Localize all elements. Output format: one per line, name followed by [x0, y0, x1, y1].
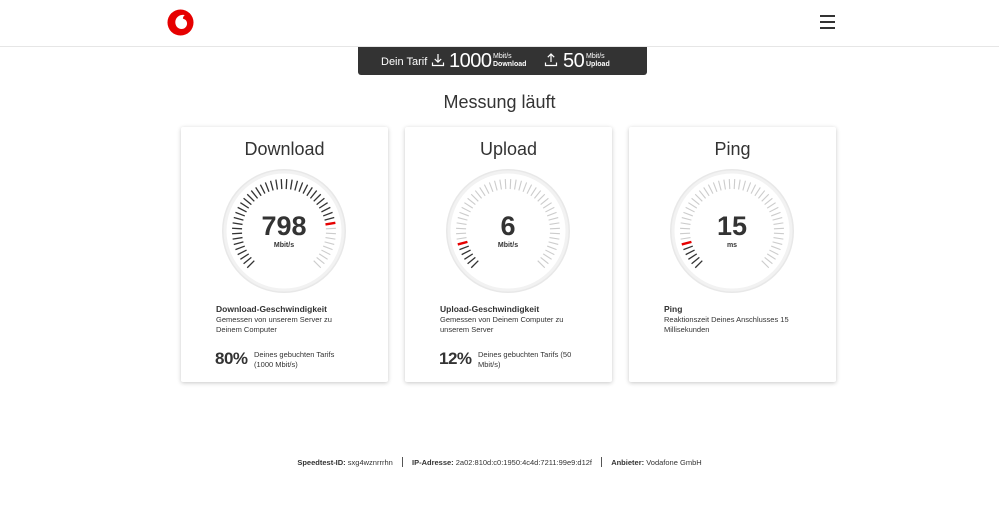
divider [601, 457, 603, 467]
percent-text: Deines gebuchten Tarifs (1000 Mbit/s) [254, 350, 335, 369]
download-icon [431, 54, 445, 67]
download-value: 798 [261, 211, 307, 241]
download-card: Download 798 Mbit/s Download-Geschwindig… [181, 127, 388, 382]
upload-unit: Mbit/s [497, 242, 519, 249]
ip-address-value: 2a02:810d:c0:1950:4c4d:7211:99e9:d12f [455, 458, 592, 467]
upload-card: Upload 6 Mbit/s Upload-Geschwindigkeit G… [405, 127, 612, 382]
ip-address-label: IP-Adresse: [411, 458, 454, 467]
tariff-download-value: 1000 [449, 50, 492, 72]
upload-value: 6 [500, 211, 516, 241]
provider-value: Vodafone GmbH [646, 458, 702, 467]
desc-title: Upload-Geschwindigkeit [440, 304, 540, 314]
desc-title: Download-Geschwindigkeit [216, 304, 327, 314]
footer-info: Speedtest-ID: sxg4wznrrrhn IP-Adresse: 2… [0, 457, 999, 467]
menu-button[interactable] [820, 15, 836, 29]
card-title: Ping [714, 139, 751, 159]
tariff-download-label: Download [493, 61, 527, 68]
tariff-upload-label: Upload [586, 61, 610, 68]
top-bar [0, 0, 999, 47]
tariff-banner: Dein Tarif 1000 Mbit/s Download 50 Mbit/… [358, 47, 647, 75]
gauge-tick [504, 179, 507, 190]
gauge-tick [509, 179, 512, 190]
measurement-status: Messung läuft [443, 92, 556, 112]
tariff-download-unit: Mbit/s [493, 53, 512, 60]
vodafone-logo-icon[interactable] [167, 9, 194, 36]
percent-value: 80% [215, 349, 248, 368]
desc-text: Gemessen von unserem Server zu Deinem Co… [216, 315, 332, 334]
card-title: Upload [479, 139, 538, 159]
ping-value: 15 [716, 211, 748, 241]
desc-title: Ping [664, 304, 683, 314]
gauge-tick [280, 179, 283, 190]
download-unit: Mbit/s [273, 242, 295, 249]
ping-unit: ms [726, 242, 738, 249]
card-title: Download [244, 139, 325, 159]
speedtest-id-label: Speedtest-ID: [297, 458, 346, 467]
upload-icon [544, 53, 558, 67]
tariff-upload-unit: Mbit/s [586, 53, 605, 60]
provider-label: Anbieter: [611, 458, 645, 467]
gauge-tick [733, 179, 736, 190]
gauge-tick [728, 179, 731, 190]
divider [401, 457, 403, 467]
speedtest-id-value: sxg4wznrrrhn [347, 458, 393, 467]
desc-text: Gemessen von Deinem Computer zu unserem … [440, 315, 564, 334]
hamburger-menu-icon [820, 15, 835, 17]
tariff-upload-value: 50 [563, 50, 585, 72]
percent-value: 12% [439, 349, 472, 368]
tariff-label: Dein Tarif [381, 56, 428, 68]
percent-text: Deines gebuchten Tarifs (50 Mbit/s) [478, 350, 572, 369]
gauge-tick [285, 179, 288, 190]
ping-card: Ping 15 ms Ping Reaktionszeit Deines Ans… [629, 127, 836, 382]
desc-text: Reaktionszeit Deines Anschlusses 15 Mill… [664, 315, 789, 334]
